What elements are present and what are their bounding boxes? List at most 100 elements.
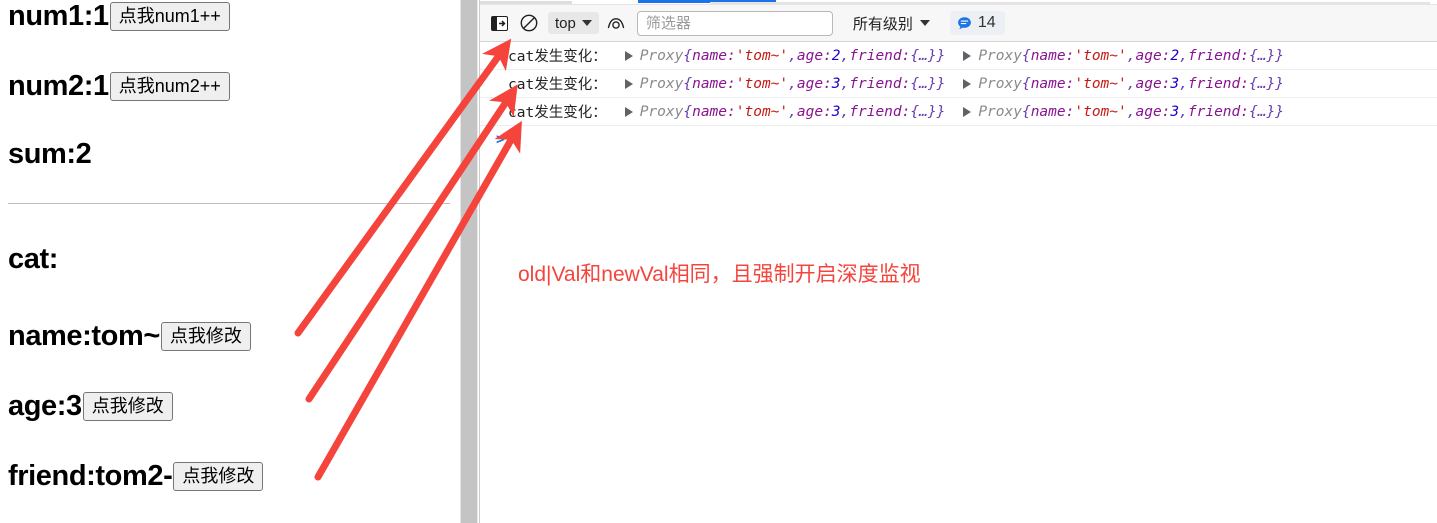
- prop-key-age: age:: [796, 47, 832, 64]
- page-row-num2: num2:1 点我num2++: [8, 72, 230, 101]
- prop-key-age: age:: [1135, 103, 1171, 120]
- modify-age-button[interactable]: 点我修改: [82, 392, 173, 421]
- devtools-tabstrip: [480, 0, 1437, 5]
- brace-open: {: [683, 75, 693, 92]
- punct-comma: ,: [1179, 75, 1188, 92]
- punct-comma: ,: [1126, 47, 1136, 64]
- page-row-age: age:3 点我修改: [8, 392, 173, 421]
- prop-key-name: name:: [692, 103, 736, 120]
- modify-friend-button[interactable]: 点我修改: [173, 462, 264, 491]
- punct-comma: ,: [1179, 47, 1188, 64]
- prop-value-name: 'tom~': [735, 103, 789, 120]
- prop-value-friend: {…}: [910, 75, 937, 92]
- prop-key-name: name:: [1030, 75, 1075, 92]
- console-object-preview[interactable]: Proxy {name: 'tom~', age: 3, friend: {…}…: [624, 103, 945, 120]
- prop-value-age: 3: [1170, 103, 1180, 120]
- prop-value-friend: {…}: [910, 103, 937, 120]
- console-prompt-row[interactable]: >: [480, 126, 1437, 152]
- prop-value-age: 2: [831, 47, 841, 64]
- prop-value-age: 2: [1170, 47, 1180, 64]
- console-message-list: cat发生变化： Proxy {name: 'tom~', age: 2, fri…: [480, 42, 1437, 126]
- console-filter-input[interactable]: [636, 10, 833, 36]
- punct-comma: ,: [840, 47, 850, 64]
- page-row-num1: num1:1 点我num1++: [8, 2, 230, 31]
- disclosure-triangle-icon[interactable]: [963, 78, 972, 89]
- prop-value-age: 3: [831, 75, 841, 92]
- brace-close: }: [936, 47, 946, 64]
- tab-ghost-right: [710, 2, 1430, 4]
- prop-value-age: 3: [1170, 75, 1180, 92]
- console-object-preview[interactable]: Proxy {name: 'tom~', age: 2, friend: {…}…: [624, 47, 946, 64]
- console-log-label: cat发生变化：: [508, 77, 607, 93]
- disclosure-triangle-icon[interactable]: [963, 106, 972, 117]
- object-constructor-name: Proxy: [978, 47, 1022, 64]
- object-constructor-name: Proxy: [639, 75, 684, 92]
- cat-age-text: age:3: [8, 390, 82, 422]
- brace-open: {: [1021, 75, 1031, 92]
- prop-key-friend: friend:: [849, 75, 911, 92]
- prop-key-age: age:: [1135, 47, 1171, 64]
- modify-name-button[interactable]: 点我修改: [160, 322, 251, 351]
- brace-open: {: [1021, 47, 1031, 64]
- punct-comma: ,: [840, 103, 850, 120]
- page-row-name: name:tom~ 点我修改: [8, 322, 251, 351]
- page-row-friend: friend:tom2- 点我修改: [8, 460, 264, 492]
- prop-key-age: age:: [796, 103, 832, 120]
- log-level-label: 所有级别: [852, 15, 913, 33]
- object-constructor-name: Proxy: [639, 47, 684, 64]
- log-level-selector[interactable]: 所有级别: [853, 13, 930, 34]
- prop-value-friend: {…}: [1248, 103, 1276, 120]
- page-row-sum: sum:2: [8, 140, 92, 169]
- punct-comma: ,: [1179, 103, 1188, 120]
- increment-num1-button[interactable]: 点我num1++: [109, 2, 230, 31]
- increment-num2-button[interactable]: 点我num2++: [109, 72, 230, 101]
- punct-comma: ,: [788, 47, 797, 64]
- console-object-preview[interactable]: Proxy {name: 'tom~', age: 2, friend: {…}…: [963, 48, 1284, 64]
- annotation-note-text: old|Val和newVal相同，且强制开启深度监视: [518, 263, 921, 286]
- speech-bubble-icon: [957, 16, 971, 29]
- console-log-label: cat发生变化：: [508, 105, 607, 121]
- brace-close: }: [1275, 47, 1284, 64]
- execution-context-selector[interactable]: top: [548, 12, 599, 34]
- console-object-preview[interactable]: Proxy {name: 'tom~', age: 3, friend: {…}…: [624, 75, 946, 92]
- devtools-splitter-handle[interactable]: [460, 0, 478, 523]
- clear-console-icon[interactable]: [516, 11, 542, 35]
- punct-comma: ,: [788, 103, 797, 120]
- prop-key-friend: friend:: [1187, 75, 1249, 92]
- console-object-preview[interactable]: Proxy {name: 'tom~', age: 3, friend: {…}…: [963, 104, 1284, 120]
- disclosure-triangle-icon[interactable]: [624, 50, 633, 61]
- prop-key-name: name:: [692, 47, 736, 64]
- prop-value-name: 'tom~': [1074, 75, 1127, 92]
- console-object-preview[interactable]: Proxy {name: 'tom~', age: 3, friend: {…}…: [963, 76, 1284, 92]
- chevron-down-icon: [919, 20, 930, 26]
- console-log-row[interactable]: cat发生变化： Proxy {name: 'tom~', age: 3, fri…: [480, 70, 1437, 98]
- punct-comma: ,: [788, 75, 797, 92]
- brace-close: }: [1275, 75, 1284, 92]
- prop-key-name: name:: [1030, 47, 1075, 64]
- punct-comma: ,: [1126, 103, 1136, 120]
- console-sidebar-icon[interactable]: [486, 11, 512, 35]
- prop-value-name: 'tom~': [1074, 103, 1127, 120]
- disclosure-triangle-icon[interactable]: [624, 106, 633, 117]
- brace-close: }: [936, 75, 946, 92]
- prop-value-friend: {…}: [1248, 47, 1276, 64]
- prop-key-friend: friend:: [849, 103, 911, 120]
- message-count-value: 14: [977, 14, 996, 31]
- eye-icon[interactable]: [603, 11, 629, 35]
- prop-key-name: name:: [692, 75, 736, 92]
- prop-key-friend: friend:: [1187, 103, 1249, 120]
- prop-key-friend: friend:: [1187, 47, 1249, 64]
- cat-friend-text: friend:tom2-: [8, 460, 173, 492]
- web-page-pane: num1:1 点我num1++ num2:1 点我num2++ sum:2 ca…: [0, 0, 460, 523]
- console-log-row[interactable]: cat发生变化： Proxy {name: 'tom~', age: 2, fri…: [480, 42, 1437, 70]
- console-log-label: cat发生变化：: [508, 49, 607, 65]
- disclosure-triangle-icon[interactable]: [624, 78, 633, 89]
- punct-comma: ,: [1126, 75, 1136, 92]
- console-log-row[interactable]: cat发生变化： Proxy {name: 'tom~', age: 3, fri…: [480, 98, 1437, 126]
- num1-value-text: num1:1: [8, 0, 109, 32]
- message-count-badge[interactable]: 14: [949, 11, 1005, 35]
- disclosure-triangle-icon[interactable]: [963, 50, 972, 61]
- prop-key-age: age:: [1135, 75, 1171, 92]
- cat-heading-text: cat:: [8, 243, 58, 275]
- page-row-cat-heading: cat:: [8, 245, 58, 274]
